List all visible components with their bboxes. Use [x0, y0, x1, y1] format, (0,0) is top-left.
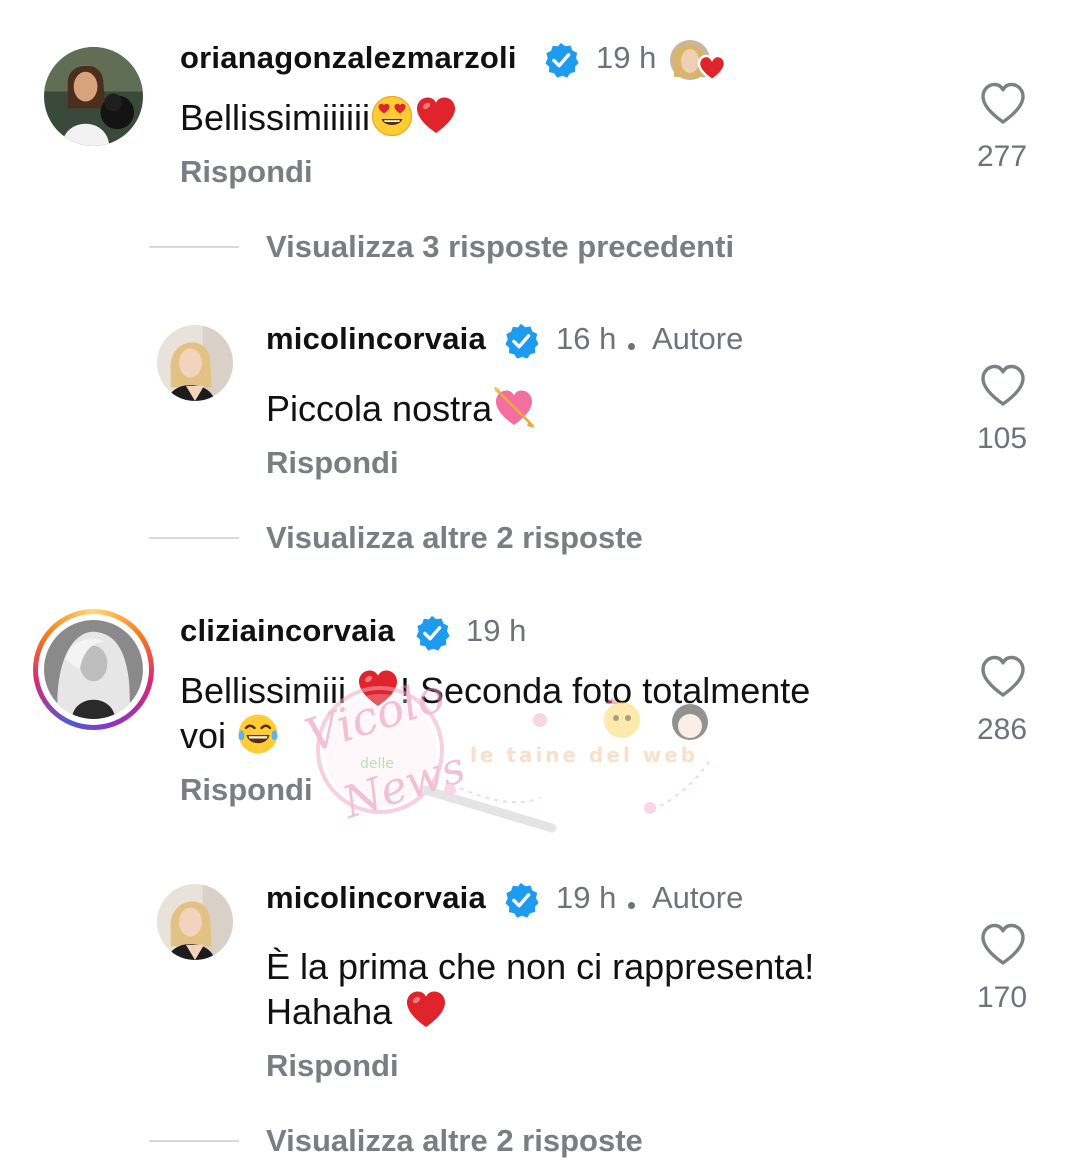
- heart-eyes-emoji-icon: [370, 94, 414, 138]
- comment-username[interactable]: orianagonzalezmarzoli: [180, 40, 517, 76]
- watermark-brand-small: delle: [360, 756, 394, 772]
- replies-divider: [149, 246, 239, 248]
- view-replies-button[interactable]: Visualizza altre 2 risposte: [266, 1123, 643, 1159]
- comment-text-body: Piccola nostra: [266, 388, 493, 429]
- comment-text-line2: voi: [180, 712, 280, 758]
- comment-text-body: voi: [180, 715, 227, 756]
- comment-text-body-continued: ! Seconda foto totalmente: [400, 670, 811, 711]
- view-replies-button[interactable]: Visualizza 3 risposte precedenti: [266, 229, 734, 265]
- comment-username[interactable]: cliziaincorvaia: [180, 613, 395, 649]
- tears-of-joy-emoji-icon: [236, 712, 280, 756]
- comment-time: 19 h: [596, 40, 657, 75]
- like-heart-icon[interactable]: [979, 654, 1027, 698]
- comment-text: Bellissimiiiiii: [180, 94, 458, 140]
- comment-username[interactable]: micolincorvaia: [266, 880, 486, 916]
- avatar-micolincorvaia[interactable]: [157, 325, 233, 401]
- author-badge: Autore: [652, 321, 744, 356]
- avatar-cliziaincorvaia[interactable]: [44, 620, 143, 719]
- avatar-orianagonzalezmarzoli[interactable]: [44, 47, 143, 146]
- comment-time: 19 h: [556, 880, 617, 915]
- like-heart-icon[interactable]: [979, 81, 1027, 125]
- comment-text-body: Bellissimiii: [180, 670, 347, 711]
- watermark-tagline: le taine del web: [470, 743, 698, 767]
- comment-username[interactable]: micolincorvaia: [266, 321, 486, 357]
- verified-badge-icon: [502, 322, 540, 360]
- comment-text: È la prima che non ci rappresenta!: [266, 946, 815, 987]
- verified-badge-icon: [502, 881, 540, 919]
- like-count: 170: [976, 981, 1028, 1014]
- author-badge: Autore: [652, 880, 744, 915]
- comment-text-body: Hahaha: [266, 991, 393, 1032]
- verified-badge-icon: [542, 41, 580, 79]
- comment-text: Bellissimiii ! Seconda foto totalmente: [180, 667, 810, 713]
- reply-button[interactable]: Rispondi: [180, 772, 313, 808]
- view-replies-button[interactable]: Visualizza altre 2 risposte: [266, 520, 643, 556]
- reply-button[interactable]: Rispondi: [266, 445, 399, 481]
- avatar-micolincorvaia[interactable]: [157, 884, 233, 960]
- separator-dot: [628, 343, 635, 350]
- red-heart-emoji-icon: [414, 94, 458, 138]
- comment-text-body: Bellissimiiiiii: [180, 97, 371, 138]
- heart-arrow-emoji-icon: [492, 385, 536, 429]
- red-heart-emoji-icon: [356, 667, 400, 711]
- like-count: 105: [976, 422, 1028, 455]
- red-heart-emoji-icon: [404, 988, 448, 1032]
- comment-text-line2: Hahaha: [266, 988, 448, 1034]
- replies-divider: [149, 537, 239, 539]
- replies-divider: [149, 1140, 239, 1142]
- liked-by-author-icon: [668, 37, 730, 83]
- like-heart-icon[interactable]: [979, 922, 1027, 966]
- avatar-photo: [44, 620, 143, 719]
- avatar-photo: [44, 47, 143, 146]
- like-count: 277: [976, 140, 1028, 173]
- reply-button[interactable]: Rispondi: [266, 1048, 399, 1084]
- verified-badge-icon: [413, 614, 451, 652]
- like-heart-icon[interactable]: [979, 363, 1027, 407]
- watermark-brand-script2: News: [336, 742, 471, 829]
- comment-time: 19 h: [466, 613, 527, 648]
- reply-button[interactable]: Rispondi: [180, 154, 313, 190]
- avatar-photo: [157, 884, 233, 960]
- avatar-photo: [157, 325, 233, 401]
- comment-time: 16 h: [556, 321, 617, 356]
- like-count: 286: [976, 713, 1028, 746]
- comment-text: Piccola nostra: [266, 385, 536, 431]
- separator-dot: [628, 902, 635, 909]
